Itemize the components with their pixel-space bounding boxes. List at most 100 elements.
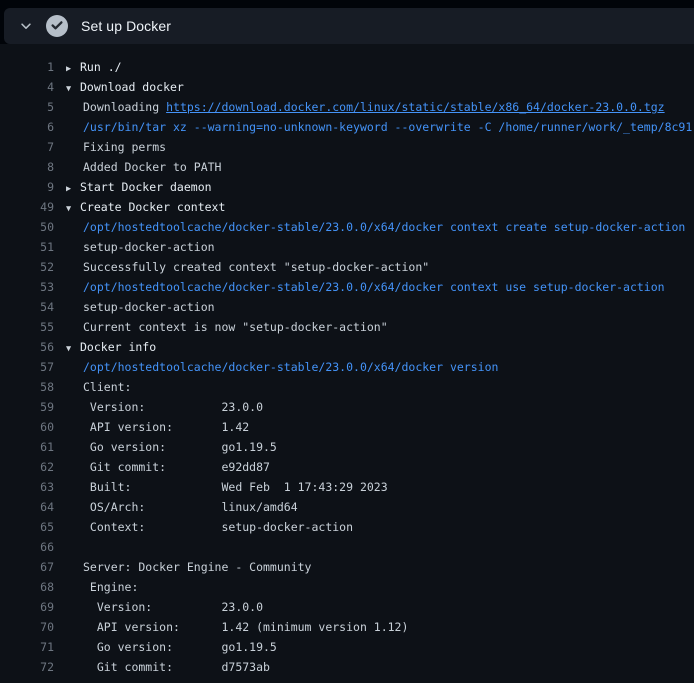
log-line: 71 Go version: go1.19.5 (0, 637, 694, 657)
line-number[interactable]: 70 (0, 617, 54, 637)
line-number[interactable]: 5 (0, 97, 54, 117)
line-number[interactable]: 1 (0, 57, 54, 77)
line-number[interactable]: 55 (0, 317, 54, 337)
step-title: Set up Docker (81, 18, 171, 34)
line-content: Successfully created context "setup-dock… (66, 257, 429, 277)
log-text: Built: Wed Feb 1 17:43:29 2023 (83, 480, 388, 494)
log-text: Version: 23.0.0 (83, 600, 263, 614)
group-title[interactable]: Start Docker daemon (80, 180, 212, 194)
log-line: 4 ▼Download docker (0, 77, 694, 97)
log-line: 6/usr/bin/tar xz --warning=no-unknown-ke… (0, 117, 694, 137)
log-text: Version: 23.0.0 (83, 400, 263, 414)
line-content: Version: 23.0.0 (66, 397, 263, 417)
group-title[interactable]: Download docker (80, 80, 184, 94)
chevron-down-icon[interactable] (19, 19, 33, 33)
line-number[interactable]: 65 (0, 517, 54, 537)
log-line: 9 ▶Start Docker daemon (0, 177, 694, 197)
log-text: /opt/hostedtoolcache/docker-stable/23.0.… (83, 360, 498, 374)
line-content: Added Docker to PATH (66, 157, 221, 177)
line-content: setup-docker-action (66, 237, 215, 257)
line-number[interactable]: 68 (0, 577, 54, 597)
line-number[interactable]: 8 (0, 157, 54, 177)
line-content: Fixing perms (66, 137, 166, 157)
group-expanded-icon[interactable]: ▼ (66, 339, 80, 359)
log-text: Git commit: d7573ab (83, 660, 270, 674)
log-text: Successfully created context "setup-dock… (83, 260, 429, 274)
line-number[interactable]: 53 (0, 277, 54, 297)
line-number[interactable]: 59 (0, 397, 54, 417)
log-text: Downloading (83, 100, 166, 114)
log-line: 7 Fixing perms (0, 137, 694, 157)
log-text: Context: setup-docker-action (83, 520, 353, 534)
log-text: setup-docker-action (83, 240, 215, 254)
log-text: Fixing perms (83, 140, 166, 154)
line-content: Git commit: d7573ab (66, 657, 270, 677)
line-number[interactable]: 72 (0, 657, 54, 677)
log-text: Go version: go1.19.5 (83, 440, 277, 454)
line-number[interactable]: 56 (0, 337, 54, 357)
group-expanded-icon[interactable]: ▼ (66, 199, 80, 219)
line-number[interactable]: 4 (0, 77, 54, 97)
group-collapsed-icon[interactable]: ▶ (66, 59, 80, 79)
group-title[interactable]: Run ./ (80, 60, 122, 74)
log-line: 60 API version: 1.42 (0, 417, 694, 437)
log-text: API version: 1.42 (minimum version 1.12) (83, 620, 408, 634)
line-number[interactable]: 64 (0, 497, 54, 517)
line-number[interactable]: 69 (0, 597, 54, 617)
line-content: ▶Start Docker daemon (66, 177, 212, 197)
line-number[interactable]: 49 (0, 197, 54, 217)
log-text: OS/Arch: linux/amd64 (83, 500, 298, 514)
line-content (66, 537, 83, 557)
log-text: /usr/bin/tar xz --warning=no-unknown-key… (83, 120, 692, 134)
log-text: Engine: (83, 580, 138, 594)
log-line: 61 Go version: go1.19.5 (0, 437, 694, 457)
line-number[interactable]: 67 (0, 557, 54, 577)
log-line: 62 Git commit: e92dd87 (0, 457, 694, 477)
line-number[interactable]: 54 (0, 297, 54, 317)
log-line: 67 Server: Docker Engine - Community (0, 557, 694, 577)
log-line: 50/opt/hostedtoolcache/docker-stable/23.… (0, 217, 694, 237)
line-number[interactable]: 57 (0, 357, 54, 377)
line-number[interactable]: 71 (0, 637, 54, 657)
log-line: 56 ▼Docker info (0, 337, 694, 357)
group-title[interactable]: Create Docker context (80, 200, 225, 214)
log-line: 53/opt/hostedtoolcache/docker-stable/23.… (0, 277, 694, 297)
log-line: 5 Downloading https://download.docker.com… (0, 97, 694, 117)
check-circle-icon (46, 15, 68, 37)
line-number[interactable]: 61 (0, 437, 54, 457)
log-line: 65 Context: setup-docker-action (0, 517, 694, 537)
line-number[interactable]: 63 (0, 477, 54, 497)
line-number[interactable]: 51 (0, 237, 54, 257)
log-line: 70 API version: 1.42 (minimum version 1.… (0, 617, 694, 637)
line-content: ▼Create Docker context (66, 197, 225, 217)
line-content: API version: 1.42 (66, 417, 249, 437)
line-content: ▶Run ./ (66, 57, 122, 77)
line-content: Git commit: e92dd87 (66, 457, 270, 477)
line-number[interactable]: 66 (0, 537, 54, 557)
log-line: 59 Version: 23.0.0 (0, 397, 694, 417)
group-title[interactable]: Docker info (80, 340, 156, 354)
line-content: Server: Docker Engine - Community (66, 557, 311, 577)
line-number[interactable]: 52 (0, 257, 54, 277)
line-content: /opt/hostedtoolcache/docker-stable/23.0.… (66, 217, 685, 237)
log-text: Added Docker to PATH (83, 160, 221, 174)
line-number[interactable]: 7 (0, 137, 54, 157)
log-text: setup-docker-action (83, 300, 215, 314)
group-expanded-icon[interactable]: ▼ (66, 79, 80, 99)
line-number[interactable]: 60 (0, 417, 54, 437)
step-header[interactable]: Set up Docker (4, 8, 694, 44)
log-link[interactable]: https://download.docker.com/linux/static… (166, 100, 665, 114)
log-line: 72 Git commit: d7573ab (0, 657, 694, 677)
log-line: 63 Built: Wed Feb 1 17:43:29 2023 (0, 477, 694, 497)
group-collapsed-icon[interactable]: ▶ (66, 179, 80, 199)
line-number[interactable]: 50 (0, 217, 54, 237)
log-line: 51 setup-docker-action (0, 237, 694, 257)
line-number[interactable]: 9 (0, 177, 54, 197)
line-number[interactable]: 62 (0, 457, 54, 477)
line-content: Go version: go1.19.5 (66, 437, 277, 457)
line-content: Context: setup-docker-action (66, 517, 353, 537)
line-number[interactable]: 6 (0, 117, 54, 137)
line-number[interactable]: 58 (0, 377, 54, 397)
log-line: 1 ▶Run ./ (0, 57, 694, 77)
line-content: /opt/hostedtoolcache/docker-stable/23.0.… (66, 277, 665, 297)
